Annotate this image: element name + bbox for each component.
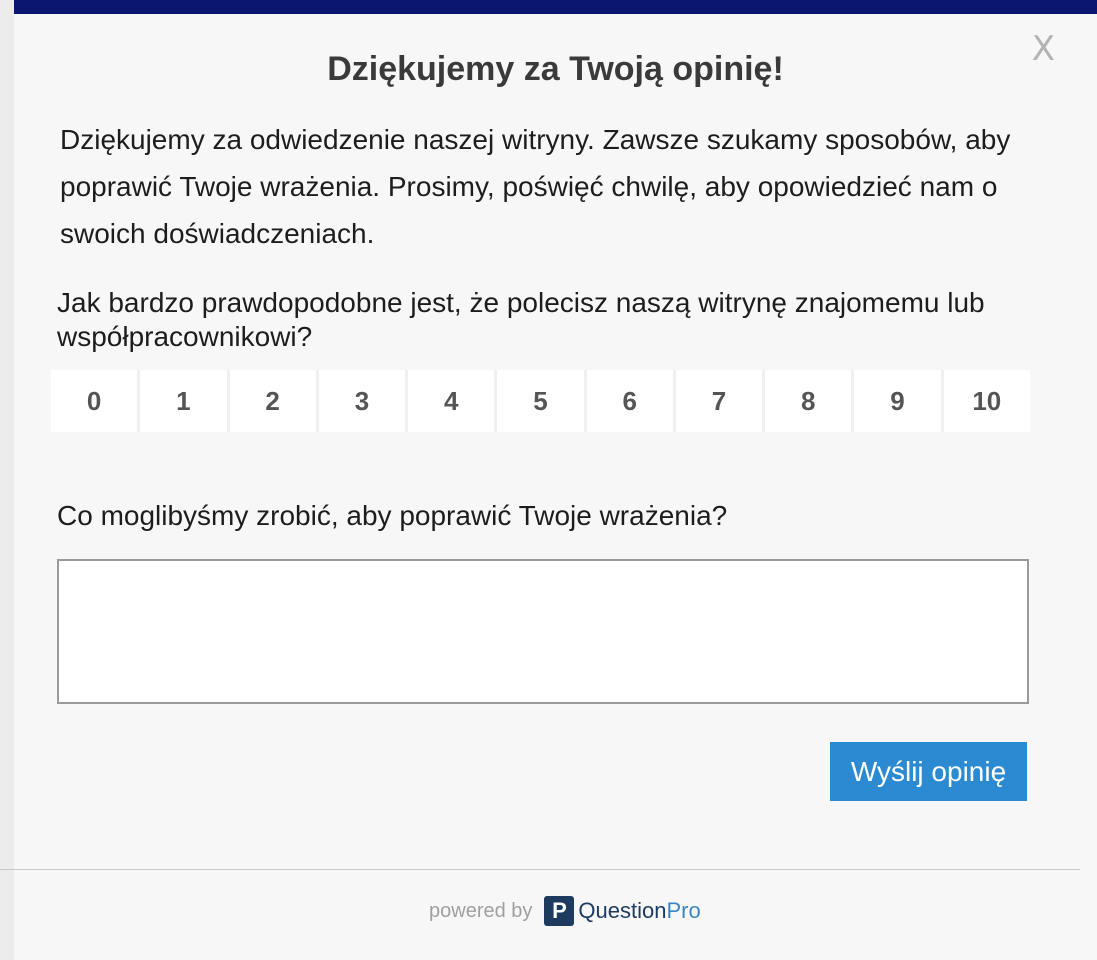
questionpro-logo-icon: P bbox=[544, 896, 575, 926]
nps-scale: 0 1 2 3 4 5 6 7 8 9 10 bbox=[51, 370, 1030, 432]
dialog-title: Dziękujemy za Twoją opinię! bbox=[327, 50, 784, 88]
nps-option-0[interactable]: 0 bbox=[51, 370, 138, 432]
top-bar bbox=[14, 0, 1097, 14]
questionpro-wordmark: QuestionPro bbox=[578, 898, 700, 924]
nps-option-7[interactable]: 7 bbox=[675, 370, 763, 432]
powered-by-label: powered by bbox=[429, 899, 533, 922]
footer-divider bbox=[0, 869, 1080, 870]
nps-option-10[interactable]: 10 bbox=[943, 370, 1030, 432]
feedback-textarea[interactable] bbox=[57, 559, 1029, 704]
brand-pro: Pro bbox=[666, 898, 701, 923]
footer: powered by P QuestionPro bbox=[429, 896, 701, 926]
feedback-question: Co moglibyśmy zrobić, aby poprawić Twoje… bbox=[57, 500, 728, 531]
nps-option-8[interactable]: 8 bbox=[765, 370, 852, 432]
nps-option-1[interactable]: 1 bbox=[140, 370, 227, 432]
nps-question: Jak bardzo prawdopodobne jest, że poleci… bbox=[57, 287, 985, 352]
nps-option-9[interactable]: 9 bbox=[854, 370, 941, 432]
nps-option-3[interactable]: 3 bbox=[318, 370, 406, 432]
nps-option-2[interactable]: 2 bbox=[229, 370, 316, 432]
nps-option-5[interactable]: 5 bbox=[497, 370, 584, 432]
nps-option-6[interactable]: 6 bbox=[586, 370, 673, 432]
questionpro-logo[interactable]: P QuestionPro bbox=[544, 896, 701, 926]
nps-option-4[interactable]: 4 bbox=[408, 370, 495, 432]
intro-text: Dziękujemy za odwiedzenie naszej witryny… bbox=[60, 124, 1011, 249]
submit-feedback-button[interactable]: Wyślij opinię bbox=[830, 742, 1027, 801]
feedback-dialog: X Dziękujemy za Twoją opinię! Dziękujemy… bbox=[0, 14, 1097, 960]
brand-question: Question bbox=[578, 898, 667, 923]
